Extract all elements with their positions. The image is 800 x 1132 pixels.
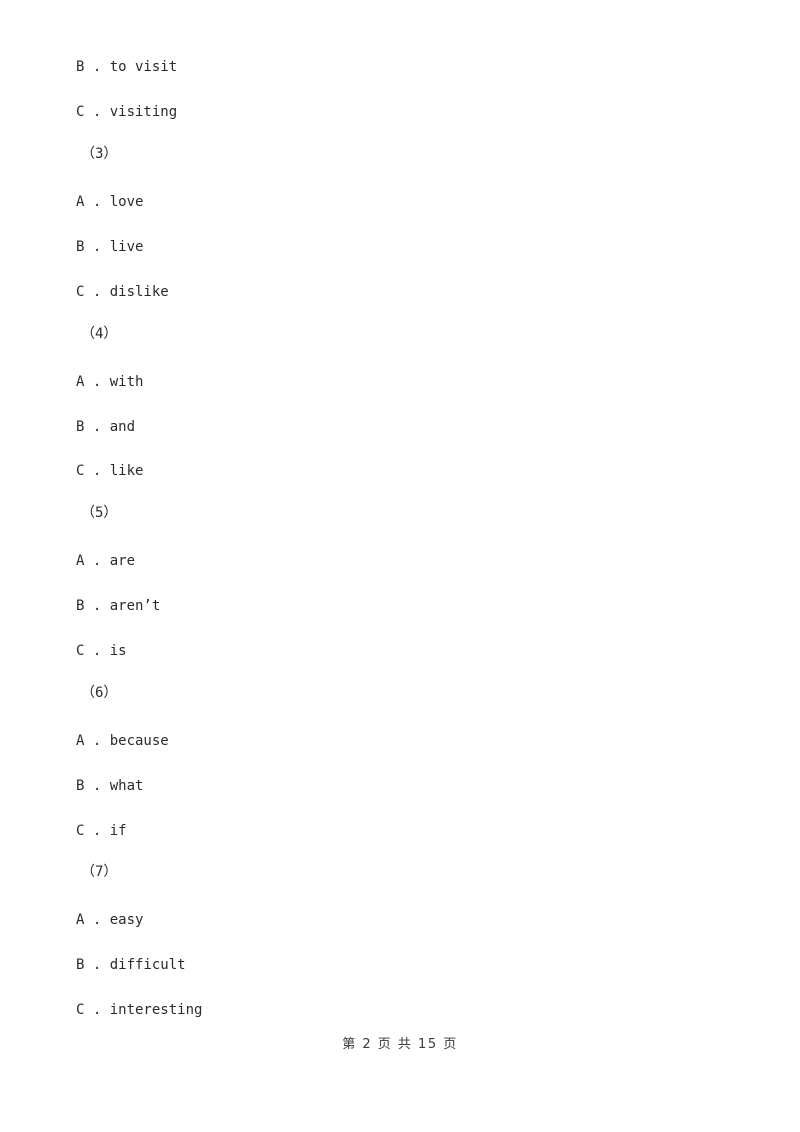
question-number: （3）	[81, 146, 118, 162]
question-number: （6）	[81, 685, 118, 701]
question-number: （4）	[81, 326, 118, 342]
answer-option: B . difficult	[76, 957, 186, 973]
answer-option: B . what	[76, 778, 144, 794]
answer-option: C . like	[76, 463, 144, 479]
answer-option: A . with	[76, 374, 144, 390]
answer-option: B . live	[76, 239, 144, 255]
answer-option: A . love	[76, 194, 144, 210]
question-options-body: B . to visit C . visiting （3） A . love B . l…	[0, 0, 800, 1020]
answer-option: B . and	[76, 419, 136, 435]
question-number: （5）	[81, 505, 118, 521]
question-number: （7）	[81, 864, 118, 880]
answer-option: A . are	[76, 553, 136, 569]
page-number-text: 第 2 页 共 15 页	[342, 1037, 458, 1052]
answer-option: C . is	[76, 643, 127, 659]
answer-option: B . aren’t	[76, 598, 161, 614]
answer-option: C . visiting	[76, 104, 178, 120]
answer-option: B . to visit	[76, 59, 178, 75]
answer-option: C . dislike	[76, 284, 169, 300]
answer-option: C . interesting	[76, 1002, 203, 1018]
answer-option: A . because	[76, 733, 169, 749]
page-footer: 第 2 页 共 15 页	[0, 1033, 800, 1052]
document-page: B . to visit C . visiting （3） A . love B . l…	[0, 0, 800, 1132]
answer-option: C . if	[76, 823, 127, 839]
answer-option: A . easy	[76, 912, 144, 928]
